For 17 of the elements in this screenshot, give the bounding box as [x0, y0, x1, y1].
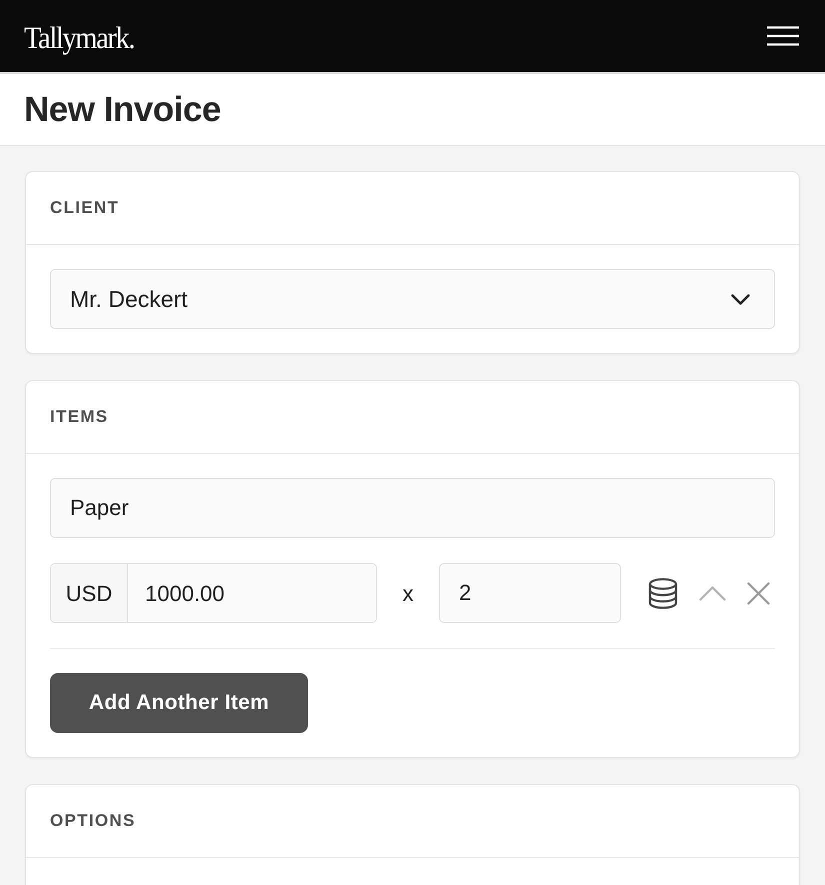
logo[interactable]: Tallymark.	[24, 20, 134, 52]
add-item-button[interactable]: Add Another Item	[50, 673, 308, 733]
chevron-down-icon	[731, 294, 750, 304]
database-icon[interactable]	[648, 578, 678, 608]
page-title: New Invoice	[24, 92, 221, 127]
multiply-sign: x	[402, 580, 414, 608]
section-heading: CLIENT	[50, 197, 120, 220]
client-select[interactable]: Mr. Deckert	[50, 269, 775, 329]
description-field[interactable]: Paper	[50, 478, 775, 538]
select-value: Mr. Deckert	[70, 284, 188, 314]
currency-label: USD	[51, 564, 128, 622]
section-heading: ITEMS	[50, 406, 108, 428]
menu-icon[interactable]	[767, 26, 799, 46]
price-field[interactable]: USD 1000.00	[50, 563, 377, 623]
section-heading: OPTIONS	[50, 810, 136, 832]
quantity-field[interactable]: 2	[439, 563, 621, 623]
close-icon[interactable]	[747, 582, 770, 604]
